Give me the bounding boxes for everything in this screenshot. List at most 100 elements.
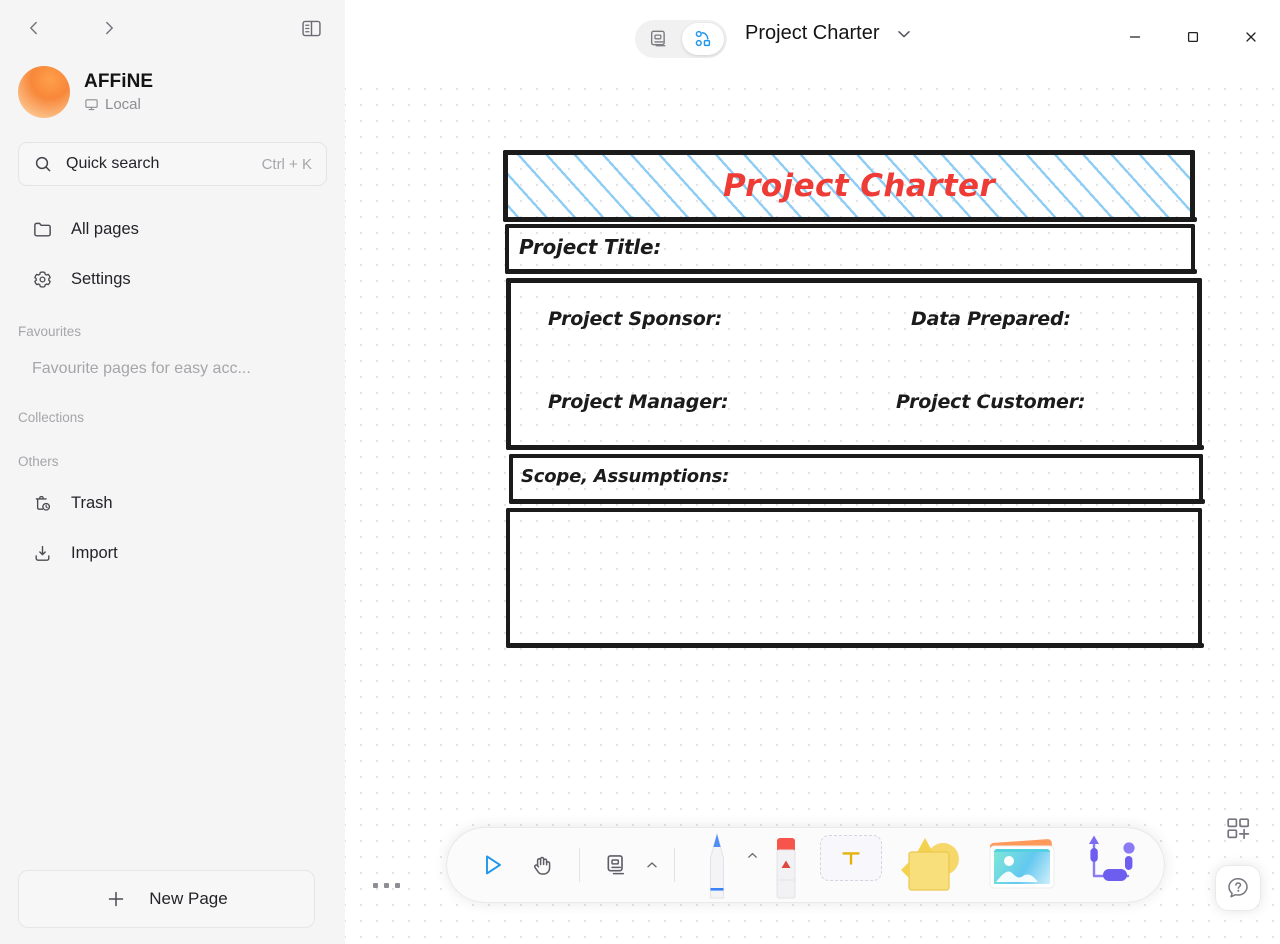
sidebar-item-settings-label: Settings <box>71 269 131 288</box>
board-header-shape[interactable]: Project Charter <box>503 150 1197 222</box>
shape-tool-button[interactable] <box>894 828 972 902</box>
page-title: Project Charter <box>745 22 880 44</box>
field-project-manager-label: Project Manager: <box>548 391 729 413</box>
chevron-left-icon <box>30 21 37 35</box>
sidebar-item-trash-label: Trash <box>71 493 113 512</box>
folder-icon <box>34 222 51 237</box>
gear-icon <box>34 270 51 288</box>
close-icon <box>1246 32 1256 42</box>
page-mode-icon <box>650 30 666 47</box>
doc-title-dropdown[interactable]: Project Charter <box>745 22 914 45</box>
connector-icon <box>1089 835 1135 881</box>
board-body-shape[interactable] <box>506 508 1204 648</box>
template-grid-plus-icon <box>1227 818 1250 840</box>
workspace-sub-label: Local <box>105 96 141 113</box>
template-button[interactable] <box>1224 815 1252 848</box>
drag-dots-icon <box>384 883 389 888</box>
connector-tool-button[interactable] <box>1072 828 1150 902</box>
import-icon <box>35 545 50 561</box>
field-scope-assumptions-label: Scope, Assumptions: <box>521 466 730 487</box>
local-desktop-icon <box>85 99 98 111</box>
note-tool-expand-button[interactable] <box>644 857 660 873</box>
nav-back-button[interactable] <box>18 12 50 44</box>
sidebar-item-all-pages[interactable]: All pages <box>0 204 345 254</box>
hand-icon <box>534 856 551 875</box>
board-fields-shape[interactable]: Project Sponsor: Data Prepared: Project … <box>506 278 1204 450</box>
chevron-right-icon <box>106 21 113 35</box>
edgeless-mode-button[interactable] <box>682 23 724 55</box>
window-minimize-button[interactable] <box>1106 14 1164 60</box>
sidebar-item-all-pages-label: All pages <box>71 219 139 238</box>
workspace-subtitle: Local <box>84 96 153 113</box>
quick-search-shortcut: Ctrl + K <box>261 155 312 173</box>
workspace-selector[interactable]: AFFiNE Local <box>0 56 345 124</box>
project-title-row-shape[interactable]: Project Title: <box>505 224 1197 274</box>
maximize-icon <box>1187 31 1199 43</box>
trash-icon <box>35 495 51 511</box>
chevron-up-icon <box>748 852 757 858</box>
nav-forward-button[interactable] <box>93 12 125 44</box>
field-project-customer-label: Project Customer: <box>896 391 1086 413</box>
window-maximize-button[interactable] <box>1164 14 1222 60</box>
toolbar-divider <box>579 848 580 882</box>
sidebar-main-list: All pages Settings <box>0 204 345 304</box>
new-page-button[interactable]: New Page <box>18 870 315 928</box>
affine-window: AFFiNE Local Quick search Ctrl + K All p… <box>0 0 1280 944</box>
drag-dots-icon <box>373 883 378 888</box>
select-tool-button[interactable] <box>469 842 515 888</box>
scope-row-shape[interactable]: Scope, Assumptions: <box>509 454 1205 504</box>
sidebar-section-others: Others <box>18 453 59 469</box>
sidebar-item-trash[interactable]: Trash <box>0 478 345 528</box>
help-button[interactable] <box>1216 866 1260 910</box>
pan-tool-button[interactable] <box>519 842 565 888</box>
quick-search-button[interactable]: Quick search Ctrl + K <box>18 142 327 186</box>
sidebar-favourites-empty: Favourite pages for easy acc... <box>32 360 251 377</box>
window-controls <box>1106 14 1280 60</box>
edgeless-canvas[interactable]: Project Charter Project Title: Project S… <box>345 76 1280 944</box>
pen-icon <box>710 832 724 899</box>
image-tool-button[interactable] <box>976 828 1068 902</box>
cursor-arrow-icon <box>486 855 501 875</box>
workspace-text: AFFiNE Local <box>84 71 153 113</box>
window-close-button[interactable] <box>1222 14 1280 60</box>
project-charter-template[interactable]: Project Charter Project Title: Project S… <box>503 150 1205 650</box>
text-t-icon <box>842 852 860 865</box>
sidebar-item-settings[interactable]: Settings <box>0 254 345 304</box>
drag-dots-icon <box>395 883 400 888</box>
canvas-fab-column <box>1216 815 1260 910</box>
sidebar-section-favourites: Favourites <box>18 323 82 339</box>
text-tool-button[interactable] <box>820 835 882 881</box>
main-area: Project Charter Project Charter Project … <box>345 0 1280 944</box>
note-tool-button[interactable] <box>594 842 640 888</box>
image-icon <box>989 839 1055 889</box>
search-icon <box>35 156 51 172</box>
new-page-label: New Page <box>149 889 228 908</box>
edgeless-mode-icon <box>695 30 711 47</box>
chevron-down-icon <box>897 30 910 37</box>
sidebar-item-import[interactable]: Import <box>0 528 345 578</box>
canvas-drag-handle[interactable] <box>373 883 400 888</box>
workspace-name: AFFiNE <box>84 71 154 92</box>
pen-tool-expand-button[interactable] <box>745 848 760 863</box>
note-icon <box>607 855 625 875</box>
help-question-icon <box>1228 878 1248 898</box>
quick-search-label: Quick search <box>66 155 160 172</box>
eraser-tool-button[interactable] <box>764 828 808 902</box>
pen-tool-button[interactable] <box>693 828 741 902</box>
field-project-sponsor-label: Project Sponsor: <box>548 308 723 330</box>
shapes-icon <box>901 838 959 891</box>
page-mode-button[interactable] <box>638 23 680 55</box>
edgeless-toolbar <box>447 828 1164 902</box>
sidebar-collapse-button[interactable] <box>295 12 327 44</box>
sidebar-toggle-icon <box>301 20 321 36</box>
plus-icon <box>109 891 124 907</box>
doc-header: Project Charter <box>345 0 1280 76</box>
field-project-title-label: Project Title: <box>519 235 662 259</box>
board-title-text: Project Charter <box>723 168 996 204</box>
chevron-up-icon <box>647 862 657 868</box>
toolbar-divider <box>674 848 675 882</box>
sidebar-topbar <box>0 0 345 56</box>
sidebar-section-collections: Collections <box>18 409 85 425</box>
sidebar: AFFiNE Local Quick search Ctrl + K All p… <box>0 0 345 944</box>
minimize-icon <box>1129 36 1141 38</box>
